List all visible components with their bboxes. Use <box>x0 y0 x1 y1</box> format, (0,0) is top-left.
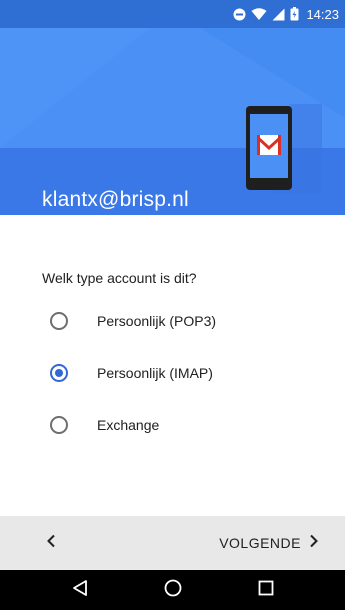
button-bar: VOLGENDE <box>0 516 345 570</box>
chevron-right-icon <box>309 534 319 553</box>
radio-option-exchange[interactable]: Exchange <box>40 407 330 443</box>
system-nav-bar <box>0 570 345 610</box>
battery-icon <box>290 7 299 21</box>
radio-button[interactable] <box>50 312 68 330</box>
account-email: klantx@brisp.nl <box>42 188 189 211</box>
nav-home-icon <box>164 579 182 602</box>
status-icons: 14:23 <box>233 5 339 23</box>
radio-option-imap[interactable]: Persoonlijk (IMAP) <box>40 355 330 391</box>
nav-back-icon <box>72 579 88 602</box>
nav-home-button[interactable] <box>161 578 185 602</box>
do-not-disturb-icon <box>233 8 246 21</box>
nav-recents-icon <box>258 580 274 601</box>
chevron-left-icon <box>46 534 56 553</box>
status-bar: 14:23 <box>0 0 345 28</box>
wifi-icon <box>251 7 267 21</box>
radio-button[interactable] <box>50 416 68 434</box>
radio-option-pop3[interactable]: Persoonlijk (POP3) <box>40 303 330 339</box>
screen: 14:23 klantx@brisp.nl Welk type account … <box>0 0 345 610</box>
gmail-phone-icon <box>244 104 322 199</box>
radio-button-selected[interactable] <box>50 364 68 382</box>
account-header: klantx@brisp.nl <box>0 28 345 215</box>
next-label: VOLGENDE <box>219 535 301 551</box>
back-button[interactable] <box>36 528 66 558</box>
status-time: 14:23 <box>306 6 339 22</box>
account-type-question: Welk type account is dit? <box>42 270 197 286</box>
radio-label: Persoonlijk (POP3) <box>97 313 217 329</box>
nav-recents-button[interactable] <box>254 578 278 602</box>
radio-label: Exchange <box>97 417 160 433</box>
signal-icon <box>272 8 285 21</box>
next-button[interactable]: VOLGENDE <box>219 528 319 558</box>
radio-label: Persoonlijk (IMAP) <box>97 365 213 381</box>
nav-back-button[interactable] <box>68 578 92 602</box>
